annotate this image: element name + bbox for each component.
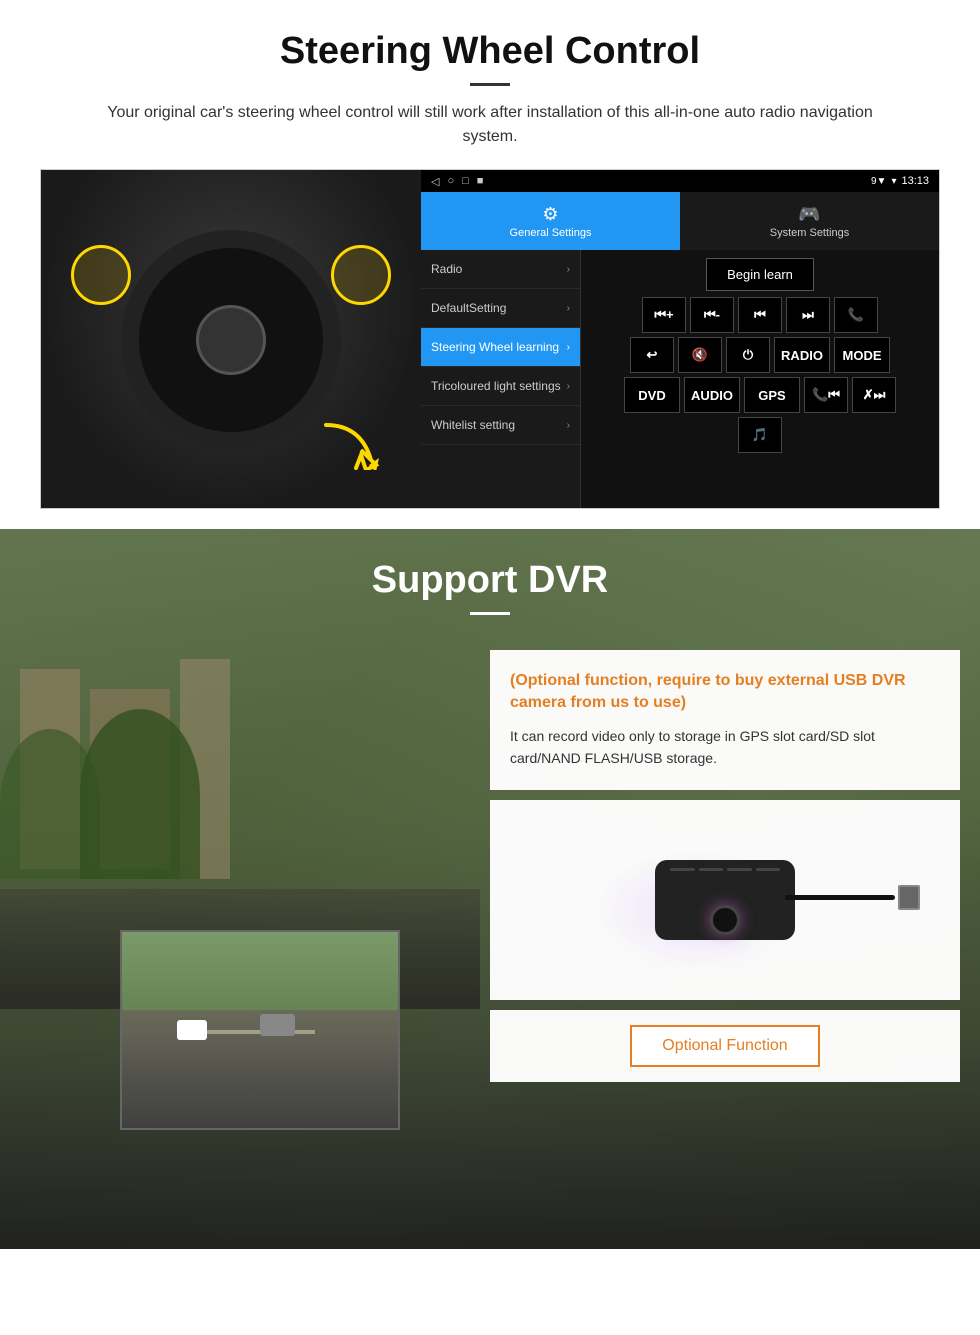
dvr-info-box: (Optional function, require to buy exter…	[490, 650, 960, 790]
arrow-icon: ›	[567, 342, 570, 353]
android-panel: ◁ ○ □ ■ 9▼ ▾ 13:13 ⚙ General Settings 🎮 …	[421, 170, 939, 508]
steering-wheel-outer	[121, 230, 341, 450]
title-divider	[470, 83, 510, 86]
wifi-icon: ▾	[891, 176, 896, 187]
dvr-camera-area	[490, 800, 960, 1000]
arrow-icon: ›	[567, 420, 570, 431]
control-panel: Begin learn ⏮+ ⏮- ⏮ ⏭ 📞 ↩ 🔇 ⏻	[581, 250, 939, 508]
mute-next-button[interactable]: ✗⏭	[852, 377, 896, 413]
tab-system-settings[interactable]: 🎮 System Settings	[680, 192, 939, 250]
dvr-section: Support DVR	[0, 529, 980, 1249]
ctrl-row-3: DVD AUDIO GPS 📞⏮ ✗⏭	[586, 377, 934, 413]
menu-left-panel: Radio › DefaultSetting › Steering Wheel …	[421, 250, 581, 508]
dvr-thumbnail	[120, 930, 400, 1130]
dvr-left-panel	[0, 630, 480, 1210]
tab-bar: ⚙ General Settings 🎮 System Settings	[421, 192, 939, 250]
menu-item-tricoloured[interactable]: Tricoloured light settings ›	[421, 367, 580, 406]
steering-highlight-right	[331, 245, 391, 305]
camera-vents	[670, 868, 780, 871]
steering-demo: ◁ ○ □ ■ 9▼ ▾ 13:13 ⚙ General Settings 🎮 …	[40, 169, 940, 509]
tab-general-settings[interactable]: ⚙ General Settings	[421, 192, 680, 250]
dvr-right-panel: (Optional function, require to buy exter…	[480, 630, 980, 1210]
ctrl-row-2: ↩ 🔇 ⏻ RADIO MODE	[586, 337, 934, 373]
steering-highlight-left	[71, 245, 131, 305]
dvr-divider	[470, 612, 510, 615]
optional-function-button[interactable]: Optional Function	[630, 1025, 819, 1067]
media-button[interactable]: 🎵	[738, 417, 782, 453]
menu-label-whitelist: Whitelist setting	[431, 418, 515, 432]
menu-icon: ■	[477, 175, 484, 188]
menu-item-radio[interactable]: Radio ›	[421, 250, 580, 289]
status-bar: ◁ ○ □ ■ 9▼ ▾ 13:13	[421, 170, 939, 192]
arrow-indicator	[321, 420, 381, 470]
dvr-title-area: Support DVR	[0, 529, 980, 630]
menu-item-steering[interactable]: Steering Wheel learning ›	[421, 328, 580, 367]
camera-body-wrapper	[655, 860, 795, 940]
return-button[interactable]: ↩	[630, 337, 674, 373]
arrow-icon: ›	[567, 303, 570, 314]
phone-button[interactable]: 📞	[834, 297, 878, 333]
menu-label-default: DefaultSetting	[431, 301, 506, 315]
usb-connector	[898, 885, 920, 910]
audio-button[interactable]: AUDIO	[684, 377, 740, 413]
vol-down-button[interactable]: ⏮-	[690, 297, 734, 333]
nav-icons: ◁ ○ □ ■	[431, 175, 483, 188]
dvr-title: Support DVR	[0, 559, 980, 602]
steering-wheel-bg	[41, 170, 421, 509]
recent-icon: □	[462, 175, 469, 188]
phone-prev-button[interactable]: 📞⏮	[804, 377, 848, 413]
dvr-content: (Optional function, require to buy exter…	[0, 630, 980, 1210]
menu-item-default[interactable]: DefaultSetting ›	[421, 289, 580, 328]
next-button[interactable]: ⏭	[786, 297, 830, 333]
camera-cable	[785, 895, 895, 900]
steering-section: Steering Wheel Control Your original car…	[0, 0, 980, 529]
arrow-icon: ›	[567, 381, 570, 392]
menu-label-steering: Steering Wheel learning	[431, 340, 559, 354]
tab-system-label: System Settings	[770, 227, 849, 239]
menu-label-tricoloured: Tricoloured light settings	[431, 379, 561, 393]
menu-list: Radio › DefaultSetting › Steering Wheel …	[421, 250, 939, 508]
radio-button[interactable]: RADIO	[774, 337, 830, 373]
menu-label-radio: Radio	[431, 262, 462, 276]
signal-icon: 9▼	[871, 176, 886, 187]
vol-up-button[interactable]: ⏮+	[642, 297, 686, 333]
prev-button[interactable]: ⏮	[738, 297, 782, 333]
dvr-info-title: (Optional function, require to buy exter…	[510, 670, 940, 715]
camera-body	[655, 860, 795, 940]
ctrl-row-4: 🎵	[586, 417, 934, 453]
mode-button[interactable]: MODE	[834, 337, 890, 373]
gear-icon: ⚙	[542, 204, 558, 225]
status-time: 13:13	[901, 175, 929, 187]
tab-general-label: General Settings	[510, 227, 592, 239]
back-icon: ◁	[431, 175, 439, 188]
steering-wheel-inner	[196, 305, 266, 375]
arrow-icon: ›	[567, 264, 570, 275]
camera-visual	[575, 810, 875, 990]
mute-button[interactable]: 🔇	[678, 337, 722, 373]
begin-learn-button[interactable]: Begin learn	[706, 258, 814, 291]
camera-lens	[710, 905, 740, 935]
dvd-button[interactable]: DVD	[624, 377, 680, 413]
optional-btn-area: Optional Function	[490, 1010, 960, 1082]
steering-title: Steering Wheel Control	[40, 30, 940, 73]
menu-item-whitelist[interactable]: Whitelist setting ›	[421, 406, 580, 445]
ctrl-row-1: ⏮+ ⏮- ⏮ ⏭ 📞	[586, 297, 934, 333]
gps-button[interactable]: GPS	[744, 377, 800, 413]
steering-description: Your original car's steering wheel contr…	[80, 101, 900, 149]
home-icon: ○	[447, 175, 454, 188]
begin-learn-area: Begin learn	[586, 255, 934, 293]
dvr-thumb-scene	[122, 932, 398, 1128]
steering-photo	[41, 170, 421, 509]
dvr-info-text: It can record video only to storage in G…	[510, 725, 940, 770]
power-button[interactable]: ⏻	[726, 337, 770, 373]
system-icon: 🎮	[798, 204, 820, 225]
